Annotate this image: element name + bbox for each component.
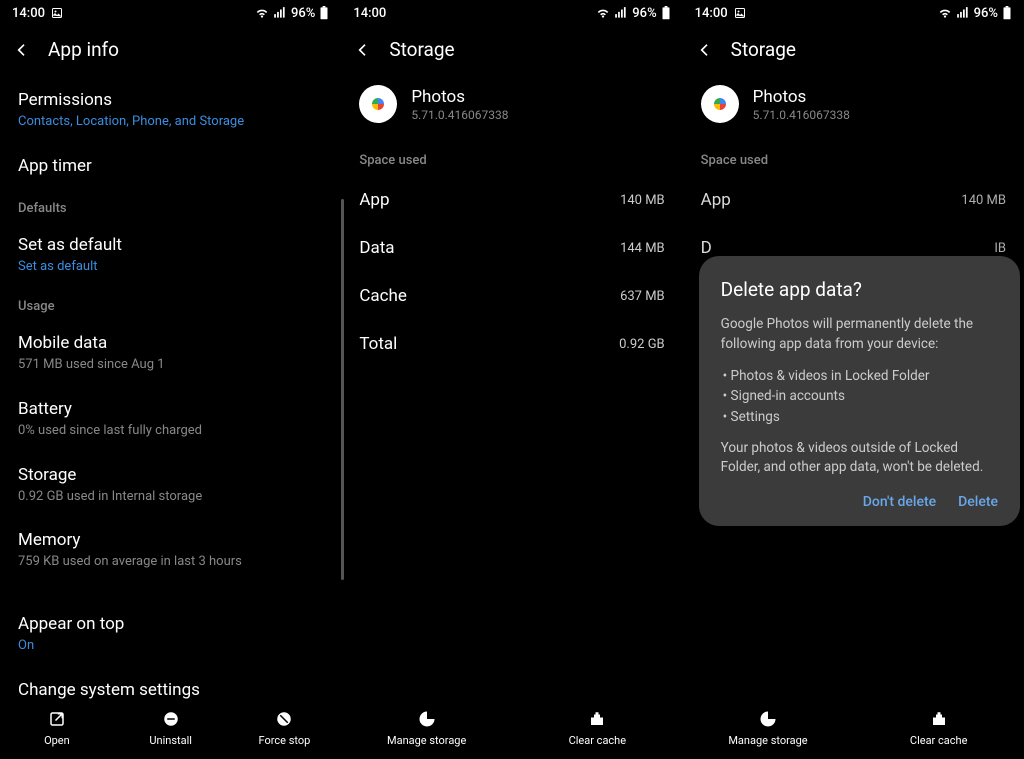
uninstall-button[interactable]: Uninstall	[114, 710, 228, 747]
google-photos-logo-icon	[708, 92, 732, 116]
battery-percent: 96%	[632, 6, 656, 21]
signal-icon	[956, 6, 970, 20]
app-header: Photos 5.71.0.416067338	[359, 79, 664, 143]
storage-row-cache: Cache 637 MB	[359, 272, 664, 320]
screen-header: App info	[0, 26, 341, 79]
change-system-settings-item[interactable]: Change system settings Allowed	[18, 669, 323, 700]
delete-button[interactable]: Delete	[958, 494, 998, 510]
space-used-header: Space used	[359, 143, 664, 176]
screen-app-info: 14:00 96% App info Permissions Contacts,…	[0, 0, 341, 759]
storage-item[interactable]: Storage 0.92 GB used in Internal storage	[18, 454, 323, 520]
app-version: 5.71.0.416067338	[753, 108, 850, 122]
app-name: Photos	[411, 87, 508, 107]
force-stop-icon	[275, 710, 293, 728]
storage-row-app: App 140 MB	[701, 176, 1006, 224]
appear-on-top-item[interactable]: Appear on top On	[18, 603, 323, 669]
wifi-icon	[255, 6, 269, 20]
page-title: App info	[48, 38, 119, 61]
screen-header: Storage	[341, 26, 682, 79]
back-icon[interactable]	[697, 42, 713, 58]
page-title: Storage	[731, 38, 796, 61]
clear-cache-button[interactable]: Clear cache	[512, 710, 683, 747]
battery-icon	[1002, 6, 1012, 20]
screen-storage-dialog: 14:00 96% Storage Photos	[683, 0, 1024, 759]
manage-storage-icon	[418, 710, 436, 728]
manage-storage-icon	[759, 710, 777, 728]
dialog-actions: Don't delete Delete	[721, 494, 998, 510]
space-used-header: Space used	[701, 143, 1006, 176]
back-icon[interactable]	[14, 42, 30, 58]
uninstall-icon	[162, 710, 180, 728]
app-version: 5.71.0.416067338	[411, 108, 508, 122]
page-title: Storage	[389, 38, 454, 61]
app-name: Photos	[753, 87, 850, 107]
screen-header: Storage	[683, 26, 1024, 79]
status-bar: 14:00 96%	[0, 0, 341, 26]
bottom-bar: Manage storage Clear cache	[683, 700, 1024, 759]
usage-header: Usage	[18, 289, 323, 322]
battery-item[interactable]: Battery 0% used since last fully charged	[18, 388, 323, 454]
clear-cache-icon	[588, 710, 606, 728]
dialog-outro: Your photos & videos outside of Locked F…	[721, 439, 998, 478]
wifi-icon	[938, 6, 952, 20]
photos-app-icon	[701, 85, 739, 123]
image-icon	[734, 7, 746, 19]
app-timer-item[interactable]: App timer	[18, 145, 323, 191]
battery-icon	[319, 6, 329, 20]
photos-app-icon	[359, 85, 397, 123]
back-icon[interactable]	[355, 42, 371, 58]
storage-content: Photos 5.71.0.416067338 Space used App 1…	[341, 79, 682, 700]
storage-row-app: App 140 MB	[359, 176, 664, 224]
permissions-item[interactable]: Permissions Contacts, Location, Phone, a…	[18, 79, 323, 145]
dialog-title: Delete app data?	[721, 278, 998, 301]
clear-cache-icon	[930, 710, 948, 728]
status-time: 14:00	[695, 6, 728, 21]
screen-storage: 14:00 96% Storage Photos 5.71.0	[341, 0, 682, 759]
dont-delete-button[interactable]: Don't delete	[863, 494, 936, 510]
status-time: 14:00	[12, 6, 45, 21]
bottom-bar: Manage storage Clear cache	[341, 700, 682, 759]
open-button[interactable]: Open	[0, 710, 114, 747]
defaults-header: Defaults	[18, 191, 323, 224]
open-icon	[48, 710, 66, 728]
bottom-bar: Open Uninstall Force stop	[0, 700, 341, 759]
dialog-intro: Google Photos will permanently delete th…	[721, 315, 998, 354]
status-bar: 14:00 96%	[683, 0, 1024, 26]
storage-row-total: Total 0.92 GB	[359, 320, 664, 368]
manage-storage-button[interactable]: Manage storage	[341, 710, 512, 747]
status-time: 14:00	[353, 6, 386, 21]
google-photos-logo-icon	[366, 92, 390, 116]
delete-app-data-dialog: Delete app data? Google Photos will perm…	[699, 256, 1020, 526]
force-stop-button[interactable]: Force stop	[228, 710, 342, 747]
battery-percent: 96%	[974, 6, 998, 21]
clear-cache-button[interactable]: Clear cache	[853, 710, 1024, 747]
dialog-list: • Photos & videos in Locked Folder • Sig…	[721, 366, 998, 427]
battery-icon	[661, 6, 671, 20]
memory-item[interactable]: Memory 759 KB used on average in last 3 …	[18, 519, 323, 585]
battery-percent: 96%	[291, 6, 315, 21]
wifi-icon	[596, 6, 610, 20]
scrollbar[interactable]	[341, 199, 344, 580]
status-bar: 14:00 96%	[341, 0, 682, 26]
signal-icon	[273, 6, 287, 20]
manage-storage-button[interactable]: Manage storage	[683, 710, 854, 747]
storage-row-data: Data 144 MB	[359, 224, 664, 272]
settings-list: Permissions Contacts, Location, Phone, a…	[0, 79, 341, 700]
signal-icon	[614, 6, 628, 20]
set-default-item[interactable]: Set as default Set as default	[18, 224, 323, 290]
app-header: Photos 5.71.0.416067338	[701, 79, 1006, 143]
mobile-data-item[interactable]: Mobile data 571 MB used since Aug 1	[18, 322, 323, 388]
image-icon	[51, 7, 63, 19]
